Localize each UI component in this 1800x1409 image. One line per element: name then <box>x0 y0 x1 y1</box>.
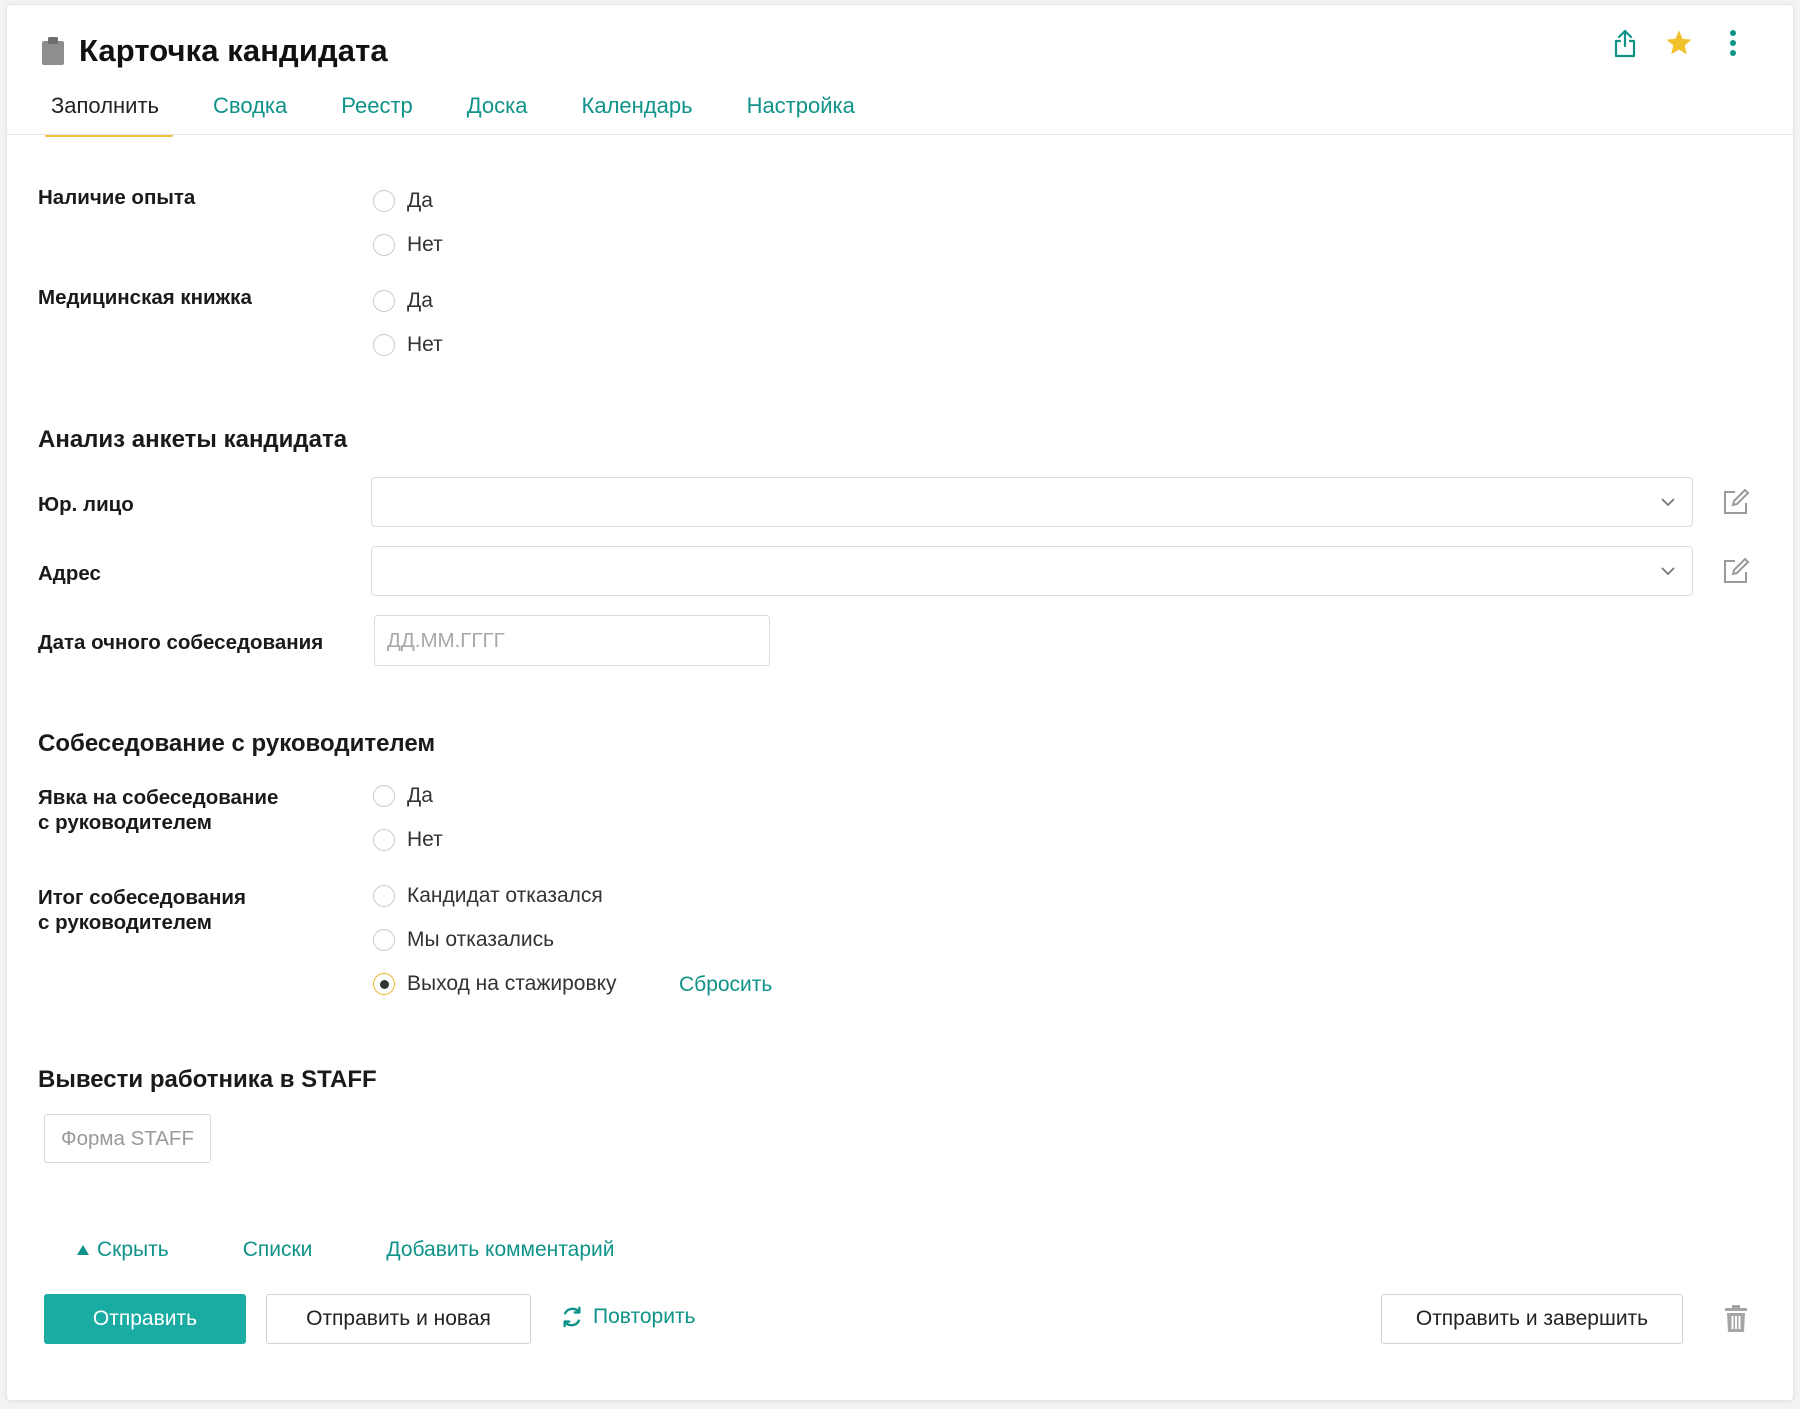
radio-label: Нет <box>407 233 443 256</box>
address-select[interactable] <box>371 546 1693 596</box>
staff-form-button[interactable]: Форма STAFF <box>44 1114 211 1163</box>
star-icon[interactable] <box>1663 25 1695 61</box>
attendance-yes-radio[interactable]: Да <box>373 782 433 810</box>
attendance-label-line1: Явка на собеседование <box>38 786 279 809</box>
refresh-icon <box>563 1306 581 1328</box>
radio-label: Да <box>407 784 433 807</box>
tab-settings[interactable]: Настройка <box>733 87 869 137</box>
edit-icon[interactable] <box>1721 556 1751 586</box>
result-label-line2: с руководителем <box>38 911 212 934</box>
more-vert-icon[interactable] <box>1717 25 1749 61</box>
hide-link[interactable]: Скрыть <box>77 1238 169 1262</box>
result-candidate-declined-radio[interactable]: Кандидат отказался <box>373 882 603 910</box>
analysis-section-title: Анализ анкеты кандидата <box>38 426 348 453</box>
interview-date-input[interactable] <box>374 615 770 666</box>
radio-label: Выход на стажировку <box>407 972 617 995</box>
share-icon[interactable] <box>1609 25 1641 61</box>
radio-circle[interactable] <box>373 829 395 851</box>
radio-circle[interactable] <box>373 234 395 256</box>
radio-circle-selected[interactable] <box>373 973 395 995</box>
tab-board[interactable]: Доска <box>453 87 542 137</box>
radio-circle[interactable] <box>373 785 395 807</box>
tab-bar: Заполнить Сводка Реестр Доска Календарь … <box>37 87 895 137</box>
staff-section-title: Вывести работника в STAFF <box>38 1066 377 1093</box>
hide-link-label: Скрыть <box>97 1238 169 1261</box>
repeat-label: Повторить <box>593 1305 696 1328</box>
result-we-declined-radio[interactable]: Мы отказались <box>373 926 554 954</box>
lists-link[interactable]: Списки <box>243 1238 313 1262</box>
reset-link[interactable]: Сбросить <box>679 973 772 997</box>
triangle-up-icon <box>77 1245 89 1255</box>
med-book-yes-radio[interactable]: Да <box>373 287 433 315</box>
legal-entity-label: Юр. лицо <box>38 493 134 516</box>
result-label: Итог собеседования с руководителем <box>38 885 246 935</box>
tabs-divider <box>7 134 1793 135</box>
bottom-links: Скрыть Списки Добавить комментарий <box>77 1238 614 1262</box>
experience-label: Наличие опыта <box>38 186 196 209</box>
radio-circle[interactable] <box>373 885 395 907</box>
legal-entity-select[interactable] <box>371 477 1693 527</box>
page-header: Карточка кандидата <box>41 31 388 71</box>
chevron-down-icon <box>1661 567 1675 576</box>
tab-registry[interactable]: Реестр <box>327 87 427 137</box>
edit-icon[interactable] <box>1721 487 1751 517</box>
experience-no-radio[interactable]: Нет <box>373 231 443 259</box>
tab-summary[interactable]: Сводка <box>199 87 301 137</box>
page-title: Карточка кандидата <box>79 33 388 68</box>
manager-section-title: Собеседование с руководителем <box>38 730 436 757</box>
radio-label: Мы отказались <box>407 928 555 951</box>
med-book-no-radio[interactable]: Нет <box>373 331 443 359</box>
attendance-no-radio[interactable]: Нет <box>373 826 443 854</box>
tab-calendar[interactable]: Календарь <box>568 87 707 137</box>
radio-circle[interactable] <box>373 290 395 312</box>
address-label: Адрес <box>38 562 101 585</box>
add-comment-link[interactable]: Добавить комментарий <box>386 1238 614 1262</box>
radio-label: Да <box>407 289 433 312</box>
result-label-line1: Итог собеседования <box>38 886 246 909</box>
clipboard-icon <box>41 34 69 68</box>
tab-fill[interactable]: Заполнить <box>37 87 174 137</box>
result-internship-radio[interactable]: Выход на стажировку <box>373 970 617 998</box>
radio-circle[interactable] <box>373 929 395 951</box>
candidate-card: Карточка кандидата Заполнить Сводка Реес… <box>6 4 1794 1401</box>
chevron-down-icon <box>1661 498 1675 507</box>
attendance-label: Явка на собеседование с руководителем <box>38 785 278 835</box>
radio-circle[interactable] <box>373 190 395 212</box>
radio-circle[interactable] <box>373 334 395 356</box>
radio-label: Да <box>407 189 433 212</box>
submit-button[interactable]: Отправить <box>44 1294 246 1344</box>
experience-yes-radio[interactable]: Да <box>373 187 433 215</box>
header-actions <box>1609 25 1749 61</box>
trash-icon[interactable] <box>1723 1305 1749 1333</box>
attendance-label-line2: с руководителем <box>38 811 212 834</box>
radio-label: Нет <box>407 828 443 851</box>
submit-and-new-button[interactable]: Отправить и новая <box>266 1294 531 1344</box>
radio-label: Нет <box>407 333 443 356</box>
interview-date-label: Дата очного собеседования <box>38 631 324 654</box>
repeat-button[interactable]: Повторить <box>561 1305 696 1329</box>
submit-and-finish-button[interactable]: Отправить и завершить <box>1381 1294 1683 1344</box>
radio-label: Кандидат отказался <box>407 884 603 907</box>
med-book-label: Медицинская книжка <box>38 286 252 309</box>
